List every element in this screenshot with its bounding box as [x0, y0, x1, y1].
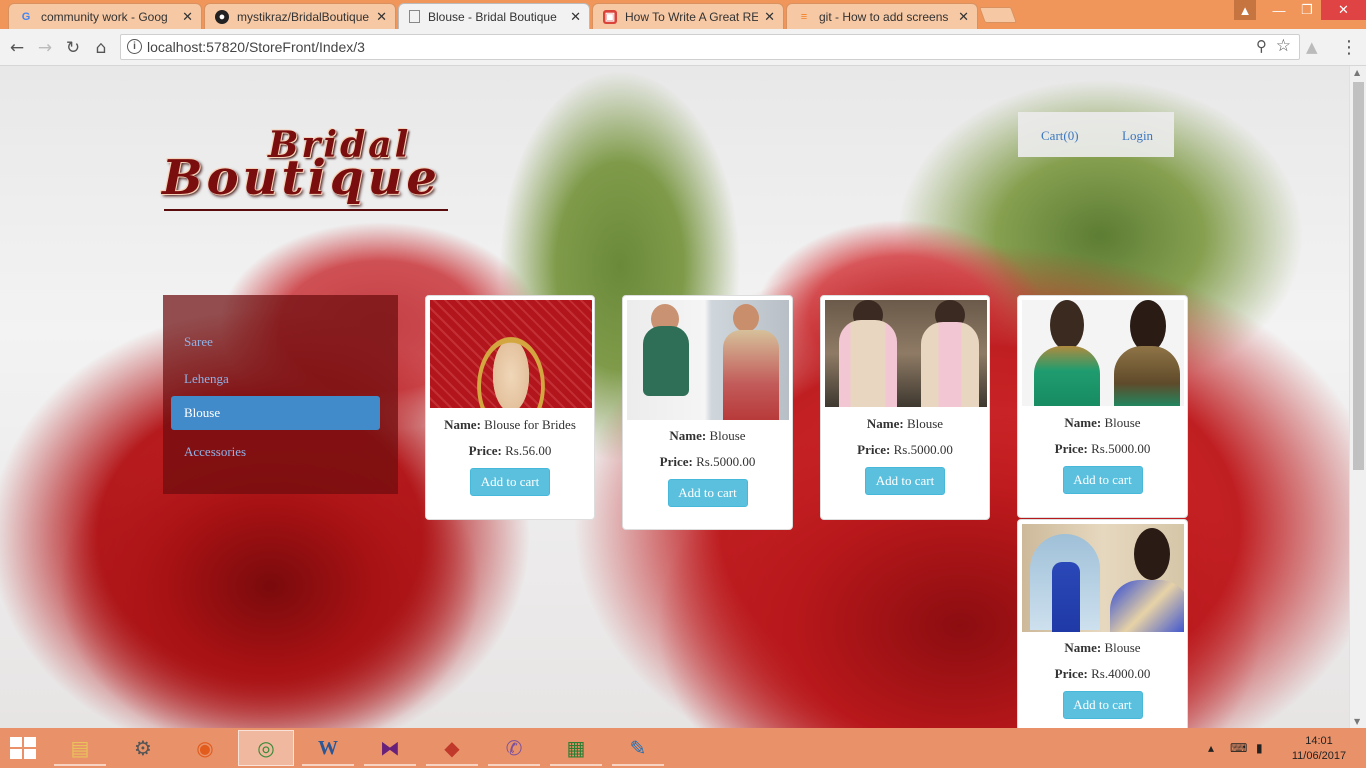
office-app-icon[interactable]: ▦ [548, 730, 604, 766]
clock-date: 11/06/2017 [1291, 750, 1347, 762]
control-panel-icon[interactable]: ⚙ [115, 730, 171, 766]
product-price: Price: Rs.5000.00 [1054, 441, 1151, 456]
product-name: Name: Blouse [866, 416, 944, 431]
add-to-cart-button[interactable]: Add to cart [1062, 466, 1143, 494]
tab-title: git - How to add screens [819, 9, 949, 24]
show-hidden-icons[interactable]: ▴ [1208, 728, 1214, 768]
reload-icon[interactable]: ↻ [62, 37, 84, 59]
maximize-button[interactable]: ❐ [1293, 0, 1321, 20]
git-extensions-icon[interactable]: ◆ [424, 730, 480, 766]
network-icon[interactable]: ▮ [1256, 728, 1263, 768]
chrome-menu-icon[interactable]: ⋮ [1340, 37, 1358, 59]
tab-github[interactable]: ● mystikraz/BridalBoutique ✕ [204, 3, 396, 29]
site-info-icon[interactable]: i [127, 39, 142, 54]
clock-time: 14:01 [1305, 735, 1333, 747]
paint-icon[interactable]: ✎ [610, 730, 666, 766]
scroll-up-icon[interactable]: ▲ [1354, 68, 1360, 77]
address-bar[interactable]: i localhost:57820/StoreFront/Index/3 ⚲ ☆ [120, 34, 1300, 60]
category-saree[interactable]: Saree [171, 325, 380, 359]
tab-title: Blouse - Bridal Boutique [428, 9, 557, 24]
google-icon: G [21, 10, 31, 23]
extension-icon[interactable]: ▲ [1306, 38, 1326, 56]
github-icon: ● [215, 9, 229, 24]
product-price: Price: Rs.4000.00 [1054, 666, 1151, 681]
product-name: Name: Blouse [1064, 415, 1141, 430]
product-name: Name: Blouse for Brides [444, 417, 576, 432]
chrome-icon[interactable]: ◎ [238, 730, 294, 766]
minimize-button[interactable]: — [1265, 0, 1293, 20]
tab-readme[interactable]: ▣ How To Write A Great RE ✕ [592, 3, 784, 29]
system-clock[interactable]: 14:01 11/06/2017 [1288, 734, 1350, 764]
add-to-cart-button[interactable]: Add to cart [470, 468, 550, 496]
product-name: Name: Blouse [669, 428, 746, 443]
category-blouse[interactable]: Blouse [171, 396, 380, 430]
close-tab-icon[interactable]: ✕ [958, 9, 969, 25]
tab-blouse[interactable]: Blouse - Bridal Boutique ✕ [398, 3, 590, 29]
category-lehenga[interactable]: Lehenga [171, 362, 380, 396]
add-to-cart-button[interactable]: Add to cart [1062, 691, 1143, 719]
file-explorer-icon[interactable]: ▤ [52, 730, 108, 766]
visual-studio-icon[interactable]: ⧓ [362, 730, 418, 766]
tab-strip: G community work - Goog ✕ ● mystikraz/Br… [0, 0, 1366, 29]
product-card: Name: Blouse Price: Rs.5000.00 Add to ca… [820, 295, 990, 520]
logo-line-2: Boutique [162, 150, 441, 206]
product-image[interactable] [627, 300, 789, 420]
word-icon[interactable]: W [300, 730, 356, 766]
product-image[interactable] [1022, 524, 1184, 632]
product-image[interactable] [430, 300, 592, 408]
keyboard-icon[interactable]: ⌨ [1230, 728, 1247, 768]
category-accessories[interactable]: Accessories [171, 435, 380, 469]
tab-title: How To Write A Great RE [625, 9, 759, 24]
close-tab-icon[interactable]: ✕ [376, 9, 387, 25]
cart-link[interactable]: Cart(0) [1041, 128, 1079, 144]
product-card: Name: Blouse Price: Rs.5000.00 Add to ca… [1017, 295, 1188, 518]
scrollbar-thumb[interactable] [1353, 82, 1364, 470]
back-icon[interactable]: ← [6, 37, 28, 59]
forward-icon[interactable]: → [34, 37, 56, 59]
product-card: Name: Blouse Price: Rs.4000.00 Add to ca… [1017, 519, 1188, 728]
home-icon[interactable]: ⌂ [90, 37, 112, 59]
close-tab-icon[interactable]: ✕ [764, 9, 775, 25]
tab-stackoverflow[interactable]: ≡ git - How to add screens ✕ [786, 3, 978, 29]
site-logo[interactable]: Bridal Boutique [160, 124, 460, 216]
product-price: Price: Rs.56.00 [468, 443, 552, 458]
login-link[interactable]: Login [1122, 128, 1153, 144]
tab-title: community work - Goog [41, 9, 168, 24]
tab-community-work[interactable]: G community work - Goog ✕ [8, 3, 202, 29]
add-to-cart-button[interactable]: Add to cart [865, 467, 945, 495]
stackoverflow-icon: ≡ [800, 10, 808, 23]
browser-toolbar: ← → ↻ ⌂ i localhost:57820/StoreFront/Ind… [0, 29, 1366, 66]
close-window-button[interactable]: ✕ [1321, 0, 1366, 20]
category-sidebar: Saree Lehenga Blouse Accessories [163, 295, 398, 494]
tab-title: mystikraz/BridalBoutique [237, 9, 370, 24]
close-tab-icon[interactable]: ✕ [570, 9, 581, 25]
add-to-cart-button[interactable]: Add to cart [667, 479, 748, 507]
product-image[interactable] [825, 300, 987, 407]
blog-icon: ▣ [603, 9, 617, 24]
user-profile-icon[interactable]: ▲ [1234, 0, 1256, 20]
product-card: Name: Blouse Price: Rs.5000.00 Add to ca… [622, 295, 793, 530]
product-price: Price: Rs.5000.00 [857, 442, 953, 457]
logo-underline [164, 209, 448, 211]
bookmark-star-icon[interactable]: ☆ [1276, 36, 1291, 56]
close-tab-icon[interactable]: ✕ [182, 9, 193, 25]
product-price: Price: Rs.5000.00 [659, 454, 756, 469]
page-viewport: Bridal Boutique Cart(0) Login Saree Lehe… [0, 66, 1349, 728]
top-navigation: Cart(0) Login [1018, 112, 1174, 157]
vertical-scrollbar[interactable]: ▲ ▼ [1349, 66, 1366, 728]
product-card: Name: Blouse for Brides Price: Rs.56.00 … [425, 295, 595, 520]
url-text[interactable]: localhost:57820/StoreFront/Index/3 [147, 39, 365, 55]
new-tab-button[interactable] [979, 7, 1017, 23]
zoom-icon[interactable]: ⚲ [1256, 37, 1267, 55]
page-icon [409, 10, 420, 23]
product-name: Name: Blouse [1064, 640, 1141, 655]
product-image[interactable] [1022, 300, 1184, 406]
viber-icon[interactable]: ✆ [486, 730, 542, 766]
windows-taskbar: ▤ ⚙ ◉ ◎ W ⧓ ◆ ✆ ▦ ✎ ▴ ⌨ ▮ 14:01 11/06/20… [0, 728, 1366, 768]
windows-start-icon[interactable] [10, 737, 38, 759]
firefox-icon[interactable]: ◉ [177, 730, 233, 766]
scroll-down-icon[interactable]: ▼ [1354, 717, 1360, 726]
